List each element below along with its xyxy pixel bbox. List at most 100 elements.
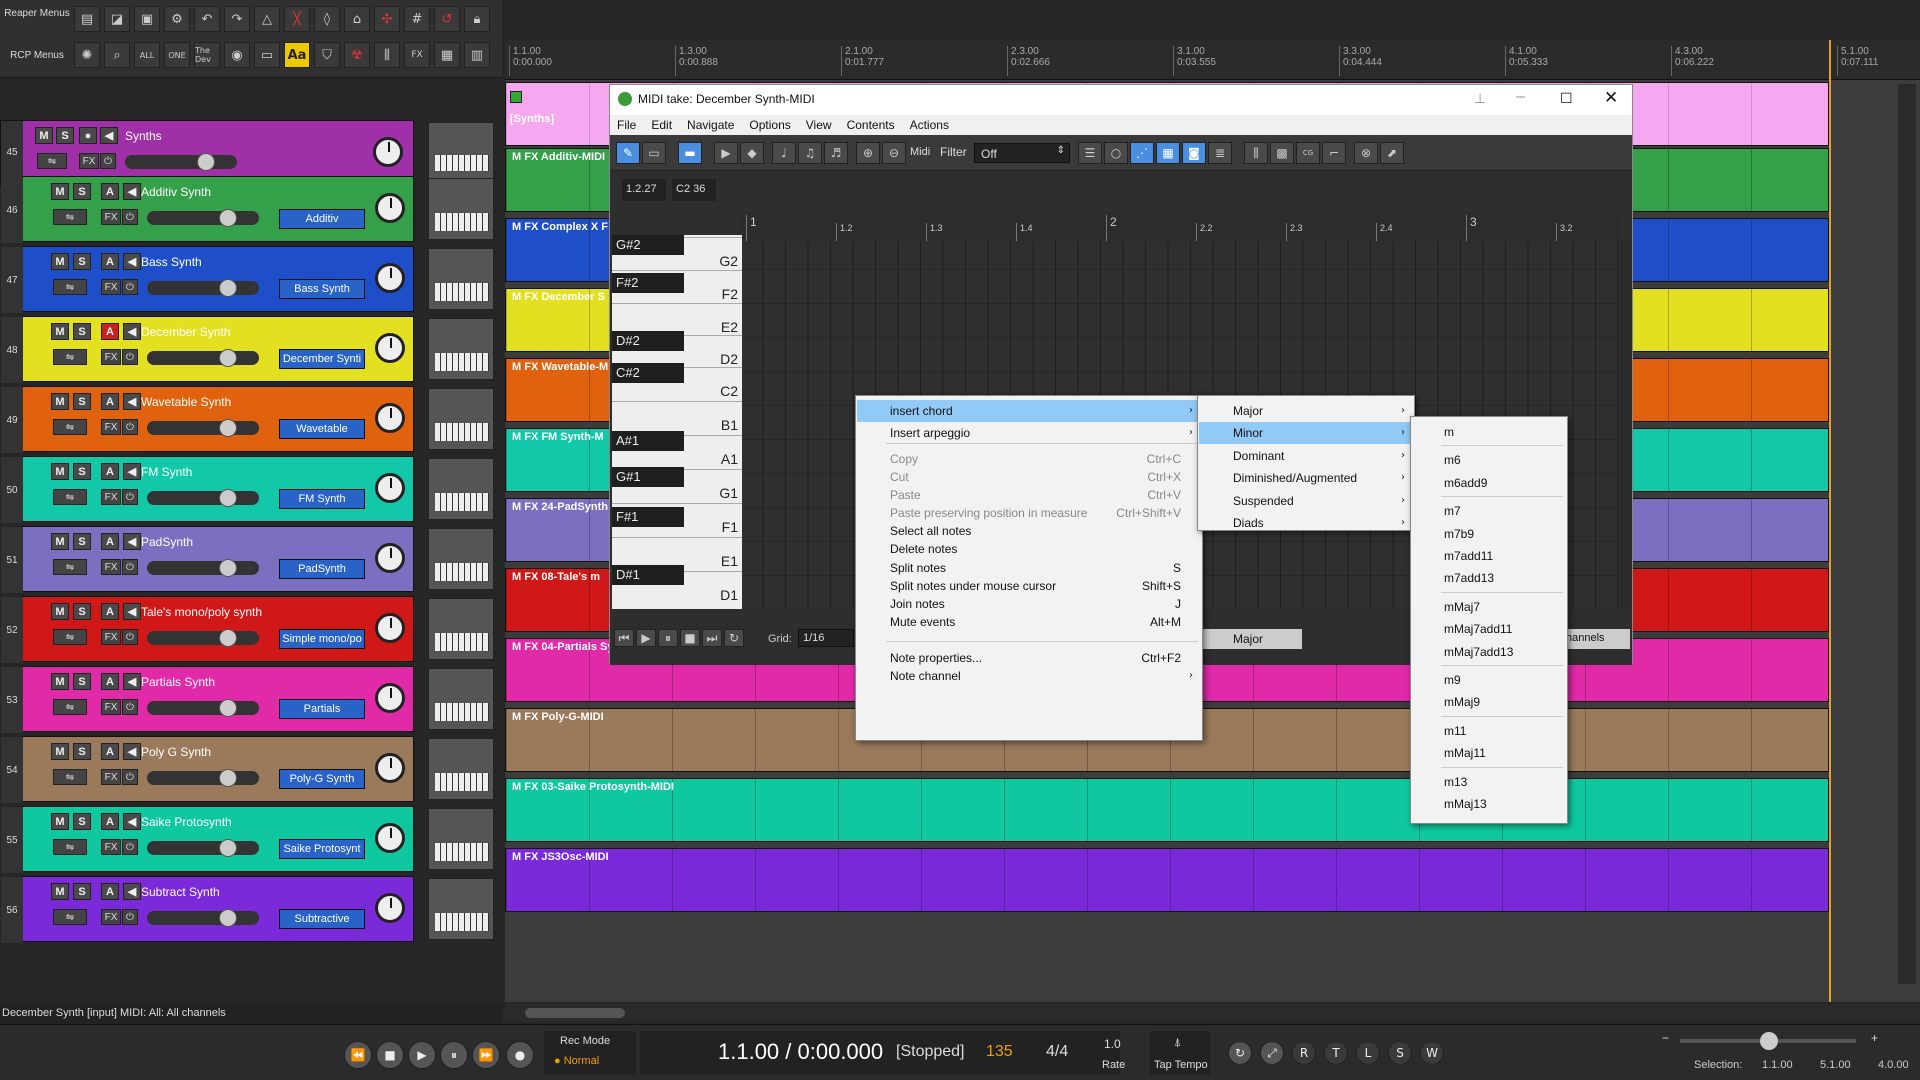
solo-button[interactable]: S [73,533,91,550]
track-row[interactable]: 53 M S A ◀ Partials Synth ⇋ FX ⏻ Partials [1,666,414,733]
volume-knob[interactable] [219,489,237,507]
io-icon[interactable]: ⇋ [53,769,87,785]
grid-icon[interactable]: # [404,6,430,32]
solo-button[interactable]: S [73,743,91,760]
undo-icon[interactable]: ↶ [194,6,220,32]
power-icon[interactable]: ⏻ [122,909,138,925]
solo-button[interactable]: S [73,603,91,620]
chord-item[interactable]: mMaj9 [1412,691,1566,713]
volume-knob[interactable] [219,769,237,787]
pan-knob[interactable] [375,893,405,923]
chord-type-item[interactable]: Dominant › [1199,445,1413,467]
layout-icon[interactable]: ▥ [464,42,490,68]
io-icon[interactable]: ⇋ [53,349,87,365]
record-arm-button[interactable]: A [101,393,119,410]
shield-icon[interactable]: ⛉ [314,42,340,68]
rewind-icon[interactable]: ⏪ [344,1041,372,1069]
play-icon[interactable]: ▶ [408,1041,436,1069]
record-arm-button[interactable]: A [101,533,119,550]
scale-select[interactable]: Major [1194,629,1302,649]
rec-mode-panel[interactable]: Rec Mode ● Normal [544,1031,636,1075]
track-name[interactable]: Synths [125,129,162,143]
volume-knob[interactable] [219,349,237,367]
rate-value[interactable]: 1.0 [1104,1037,1121,1051]
piano-view-icon[interactable]: ▭ [642,142,666,164]
io-icon[interactable]: ⇋ [53,209,87,225]
volume-knob[interactable] [219,909,237,927]
black-key[interactable]: F#2 [612,273,684,293]
camera-icon[interactable]: ◙ [1182,142,1206,164]
theme-icon[interactable]: ✺ [74,42,100,68]
mute-button[interactable]: M [51,253,69,270]
track-name[interactable]: Saike Protosynth [141,815,232,829]
volume-slider[interactable] [147,909,259,927]
fx-name-button[interactable]: PadSynth [279,559,365,579]
redo-icon[interactable]: ↷ [224,6,250,32]
snap-icon[interactable]: ✣ [374,6,400,32]
loop-icon[interactable]: ↺ [434,6,460,32]
power-icon[interactable]: ⏻ [122,769,138,785]
pan-knob[interactable] [375,613,405,643]
io-icon[interactable]: ⇋ [53,839,87,855]
filter-select[interactable]: Off ⇕ [974,143,1070,163]
track-row[interactable]: 50 M S A ◀ FM Synth ⇋ FX ⏻ FM Synth [1,456,414,523]
power-icon[interactable]: ⏻ [122,279,138,295]
volume-knob[interactable] [219,839,237,857]
solo-button[interactable]: S [73,883,91,900]
midi-editor-titlebar[interactable]: MIDI take: December Synth-MIDI ⊥ – ☐ ✕ [610,85,1632,115]
one-button[interactable]: ONE [164,42,190,68]
volume-slider[interactable] [147,699,259,717]
pause-icon[interactable]: ⏸ [440,1041,468,1069]
track-row[interactable]: 47 M S A ◀ Bass Synth ⇋ FX ⏻ Bass Synth [1,246,414,313]
fx-button[interactable]: FX [101,419,121,435]
fx-name-button[interactable]: Wavetable [279,419,365,439]
all-button[interactable]: ALL [134,42,160,68]
volume-knob[interactable] [219,419,237,437]
pan-knob[interactable] [375,193,405,223]
track-name[interactable]: Poly G Synth [141,745,211,759]
solo-button[interactable]: S [73,183,91,200]
volume-slider[interactable] [125,153,237,171]
tap-tempo-button[interactable]: ⍋ Tap Tempo [1150,1031,1210,1075]
settings-gear-icon[interactable]: ⚙ [164,6,190,32]
volume-slider[interactable] [147,629,259,647]
track-name[interactable]: Partials Synth [141,675,215,689]
fx-button[interactable]: FX [101,909,121,925]
zoom-icon[interactable]: ⌕ [104,42,130,68]
speaker-icon[interactable]: ◀ [123,673,141,690]
bpm-display[interactable]: 135 [986,1043,1013,1061]
stop-icon[interactable]: ■ [680,629,700,647]
record-arm-button[interactable]: A [101,673,119,690]
speaker-icon[interactable]: ◀ [123,883,141,900]
midi-menu-item[interactable]: Contents [840,115,903,132]
midi-item[interactable]: M FX JS3Osc-MIDI [505,848,1829,912]
option-t-icon[interactable]: T [1324,1041,1348,1065]
track-name[interactable]: Wavetable Synth [141,395,231,409]
volume-slider[interactable] [147,349,259,367]
mute-button[interactable]: M [51,323,69,340]
minimize-icon[interactable]: – [1516,88,1525,106]
chord-type-item[interactable]: Major › [1199,400,1413,422]
fx-button[interactable]: FX [101,699,121,715]
midi-menu-item[interactable]: Options [742,115,798,132]
timeline-ruler[interactable]: 1.1.00 0:00.000 1.3.00 0:00.888 2.1.00 0:01.7… [505,40,1920,80]
speaker-icon[interactable]: ◀ [123,813,141,830]
solo-button[interactable]: S [73,463,91,480]
context-menu-item[interactable]: Note channel › [857,665,1201,687]
chord-item[interactable]: m13 [1412,771,1566,793]
midi-menu-item[interactable]: File [610,115,644,132]
record-arm-button[interactable]: A [101,183,119,200]
pencil-tool-icon[interactable]: ✎ [616,142,640,164]
zoom-out-icon[interactable]: ⊖ [882,142,906,164]
selection-start[interactable]: 1.1.00 [1762,1059,1793,1071]
io-icon[interactable]: ⇋ [53,279,87,295]
io-icon[interactable]: ⇋ [53,419,87,435]
diamond-view-icon[interactable]: ◆ [740,142,764,164]
track-name[interactable]: FM Synth [141,465,192,479]
volume-slider[interactable] [147,279,259,297]
track-name[interactable]: Additiv Synth [141,185,211,199]
snap-icon[interactable]: ⤢ [1260,1041,1284,1065]
pan-knob[interactable] [375,823,405,853]
velocity-icon[interactable]: ⫼ [1244,142,1268,164]
midi-menu-item[interactable]: Edit [644,115,680,132]
